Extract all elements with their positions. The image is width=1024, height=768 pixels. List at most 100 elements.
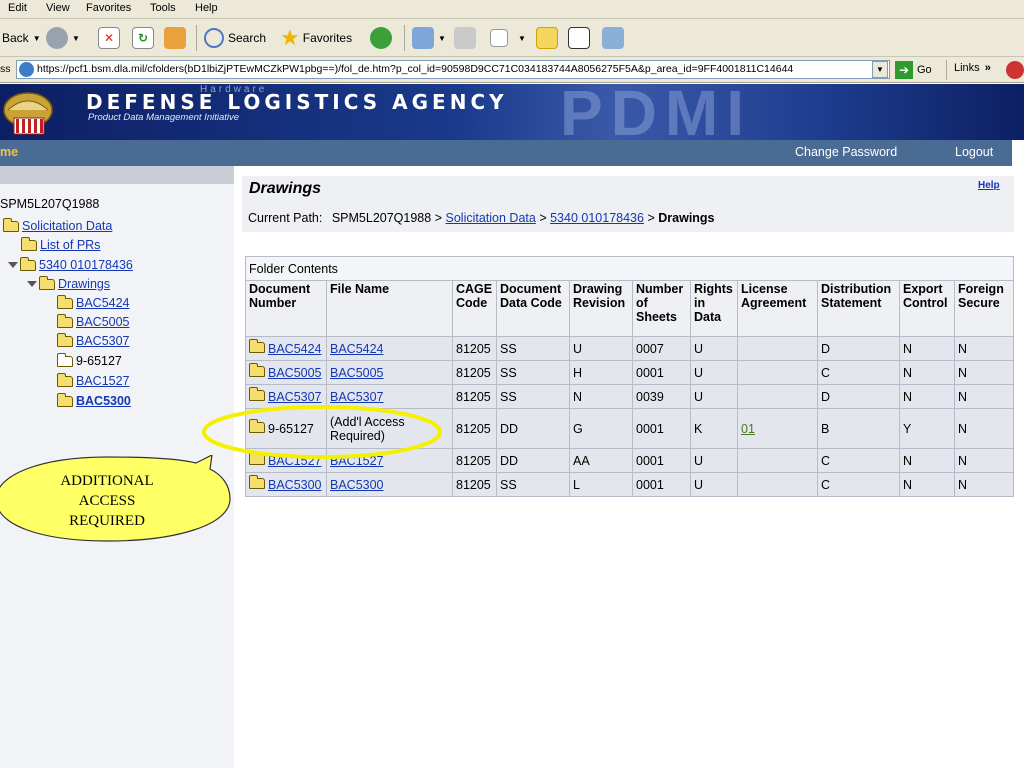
research-icon	[568, 27, 590, 49]
menu-edit[interactable]: Edit	[8, 2, 27, 14]
research-button[interactable]	[568, 19, 594, 57]
file-name-link[interactable]: BAC5300	[330, 478, 384, 492]
column-header: File Name	[326, 280, 453, 337]
table-cell: 81205	[452, 336, 497, 361]
folder-icon	[249, 386, 265, 401]
file-name-link[interactable]: BAC5005	[330, 366, 384, 380]
stop-button[interactable]: ✕	[98, 19, 124, 57]
table-cell: 0001	[632, 472, 691, 497]
back-button[interactable]: Back ▼	[2, 19, 41, 57]
tree-link-nsn[interactable]: 5340 010178436	[39, 258, 133, 272]
document-number-link[interactable]: BAC5307	[268, 390, 322, 404]
stop-icon: ✕	[98, 27, 120, 49]
go-button[interactable]: ➔ Go	[895, 60, 932, 79]
tree-link-bac5307[interactable]: BAC5307	[76, 334, 130, 348]
toolbar-extra-icon[interactable]	[1006, 61, 1024, 79]
expand-triangle-icon[interactable]	[8, 262, 18, 268]
column-header: Distribution Statement	[817, 280, 900, 337]
refresh-button[interactable]: ↻	[132, 19, 158, 57]
column-header: Document Data Code	[496, 280, 570, 337]
media-button[interactable]	[370, 19, 396, 57]
tree-item-list-prs[interactable]: List of PRs	[21, 236, 100, 252]
table-cell: BAC5424	[245, 336, 327, 361]
tree-item-bac1527[interactable]: BAC1527	[57, 372, 130, 388]
nav-home-link[interactable]: me	[0, 145, 18, 159]
menu-help[interactable]: Help	[195, 2, 218, 14]
dropdown-arrow-icon: ▼	[438, 33, 446, 43]
table-cell	[737, 472, 818, 497]
tree-root-label: SPM5L207Q1988	[0, 197, 100, 211]
tree-link-drawings[interactable]: Drawings	[58, 277, 110, 291]
callout-line: ADDITIONAL	[60, 473, 154, 489]
forward-button[interactable]: ▼	[46, 19, 80, 57]
tree-link-bac5300[interactable]: BAC5300	[76, 394, 131, 408]
table-row: BAC5424 BAC5424 81205 SS U 0007 U D N N	[245, 336, 1014, 361]
tree-root: SPM5L207Q1988	[0, 197, 99, 211]
tree-link-bac5005[interactable]: BAC5005	[76, 315, 130, 329]
url-input[interactable]: https://pcf1.bsm.dla.mil/cfolders(bD1lbi…	[16, 60, 890, 79]
messenger-button[interactable]	[602, 19, 628, 57]
tree-item-nsn[interactable]: 5340 010178436	[8, 256, 133, 272]
expand-triangle-icon[interactable]	[27, 281, 37, 287]
url-dropdown-icon[interactable]: ▼	[872, 61, 888, 78]
page-title: Drawings	[249, 180, 322, 197]
discuss-button[interactable]	[536, 19, 562, 57]
links-label: Links	[954, 62, 980, 74]
tree-link-bac5424[interactable]: BAC5424	[76, 296, 130, 310]
tree-link-bac1527[interactable]: BAC1527	[76, 374, 130, 388]
file-name-link[interactable]: BAC5424	[330, 342, 384, 356]
home-button[interactable]	[164, 19, 190, 57]
table-cell: G	[569, 408, 633, 449]
ie-page-icon	[19, 62, 34, 77]
search-button[interactable]: Search	[204, 19, 266, 57]
document-number-link[interactable]: BAC5300	[268, 478, 322, 492]
dropdown-arrow-icon: ▼	[32, 33, 41, 43]
menu-view[interactable]: View	[46, 2, 70, 14]
folder-icon	[57, 332, 73, 347]
edit-button[interactable]: ▼	[490, 19, 526, 57]
menu-favorites[interactable]: Favorites	[86, 2, 131, 14]
tree-item-bac5424[interactable]: BAC5424	[57, 294, 130, 310]
help-link[interactable]: Help	[978, 180, 1000, 191]
tree-label-9-65127: 9-65127	[76, 354, 122, 368]
tree-link-solicitation[interactable]: Solicitation Data	[22, 219, 112, 233]
column-header: Foreign Secure	[954, 280, 1014, 337]
banner-subtitle: Product Data Management Initiative	[88, 112, 240, 123]
table-row: BAC5005 BAC5005 81205 SS H 0001 U C N N	[245, 360, 1014, 385]
mail-button[interactable]: ▼	[412, 19, 446, 57]
table-cell: SS	[496, 360, 570, 385]
tree-item-solicitation[interactable]: Solicitation Data	[3, 217, 112, 233]
logout-link[interactable]: Logout	[955, 145, 993, 159]
favorites-button[interactable]: ★ Favorites	[280, 19, 352, 57]
change-password-link[interactable]: Change Password	[795, 145, 897, 159]
table-cell: 81205	[452, 360, 497, 385]
folder-icon	[21, 236, 37, 251]
table-cell: DD	[496, 448, 570, 473]
breadcrumb-root: SPM5L207Q1988	[331, 211, 432, 225]
menu-tools[interactable]: Tools	[150, 2, 176, 14]
breadcrumb-label: Current Path:	[248, 211, 323, 225]
breadcrumb-link-solicitation[interactable]: Solicitation Data	[446, 211, 536, 225]
breadcrumb-current: Drawings	[658, 211, 715, 225]
print-button[interactable]	[454, 19, 480, 57]
folder-icon	[249, 338, 265, 353]
tree-link-list-prs[interactable]: List of PRs	[40, 238, 100, 252]
links-button[interactable]: Links »	[954, 62, 991, 74]
tree-item-drawings[interactable]: Drawings	[27, 275, 110, 291]
document-number-link[interactable]: BAC5005	[268, 366, 322, 380]
table-cell	[737, 360, 818, 385]
table-cell: 81205	[452, 472, 497, 497]
document-number-link[interactable]: BAC5424	[268, 342, 322, 356]
license-agreement-link[interactable]: 01	[741, 422, 755, 436]
table-caption-row: Folder Contents	[245, 256, 1014, 281]
breadcrumb-link-nsn[interactable]: 5340 010178436	[550, 211, 644, 225]
tree-item-bac5307[interactable]: BAC5307	[57, 332, 130, 348]
table-cell: N	[954, 448, 1014, 473]
folder-icon	[57, 372, 73, 387]
tree-item-bac5005[interactable]: BAC5005	[57, 313, 130, 329]
table-cell: L	[569, 472, 633, 497]
tree-item-bac5300[interactable]: BAC5300	[57, 392, 131, 408]
dla-banner: Hardware PDMI DEFENSE LOGISTICS AGENCY P…	[0, 84, 1024, 140]
table-cell	[737, 448, 818, 473]
file-name-link[interactable]: BAC5307	[330, 390, 384, 404]
